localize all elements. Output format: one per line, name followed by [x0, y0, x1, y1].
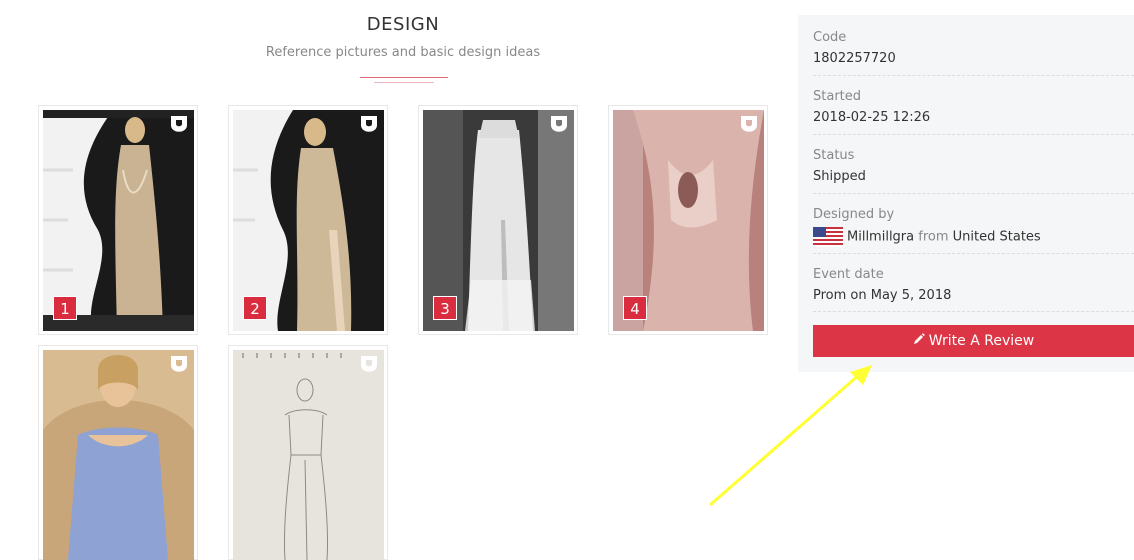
image-number-badge: 2 [243, 296, 267, 320]
designed-by-label: Designed by [813, 207, 895, 222]
us-flag-icon [813, 227, 843, 247]
designed-by-field: Designed by Millmillgra from United Stat… [813, 207, 1134, 254]
brand-u-icon [361, 356, 377, 372]
design-image-6[interactable] [228, 345, 388, 560]
annotation-arrow-icon [709, 365, 872, 507]
write-review-label: Write A Review [928, 333, 1035, 349]
brand-u-icon [361, 116, 377, 132]
brand-u-icon [551, 116, 567, 132]
design-image-3[interactable]: 3 [418, 105, 578, 335]
status-value: Shipped [813, 169, 866, 184]
design-image-5[interactable] [38, 345, 198, 560]
started-label: Started [813, 89, 862, 104]
image-number-badge: 3 [433, 296, 457, 320]
title-divider-accent [374, 82, 434, 83]
order-info-panel: Code 1802257720 Started 2018-02-25 12:26… [798, 15, 1134, 372]
design-image-1[interactable]: 1 [38, 105, 198, 335]
design-photo [43, 350, 194, 560]
designer-name[interactable]: Millmillgra [847, 230, 914, 245]
event-date-field: Event date Prom on May 5, 2018 [813, 267, 1134, 312]
designer-country: United States [952, 229, 1041, 245]
started-field: Started 2018-02-25 12:26 [813, 89, 1134, 135]
design-image-2[interactable]: 2 [228, 105, 388, 335]
code-label: Code [813, 30, 847, 45]
title-divider [360, 77, 448, 78]
status-field: Status Shipped [813, 148, 1134, 194]
image-number-badge: 1 [53, 296, 77, 320]
pencil-icon [913, 333, 925, 344]
design-image-4[interactable]: 4 [608, 105, 768, 335]
page-subtitle: Reference pictures and basic design idea… [265, 45, 541, 60]
image-number-badge: 4 [623, 296, 647, 320]
status-label: Status [813, 148, 855, 163]
write-review-button[interactable]: Write A Review [813, 325, 1134, 357]
event-date-value: Prom on May 5, 2018 [813, 288, 952, 303]
started-value: 2018-02-25 12:26 [813, 110, 931, 125]
event-date-label: Event date [813, 267, 884, 282]
designer-info: Millmillgra from United States [813, 227, 1041, 247]
code-field: Code 1802257720 [813, 30, 1134, 76]
code-value: 1802257720 [813, 51, 896, 66]
brand-u-icon [171, 356, 187, 372]
brand-u-icon [741, 116, 757, 132]
from-text: from [918, 229, 949, 245]
page-title: DESIGN [366, 14, 440, 35]
design-photo [233, 350, 384, 560]
brand-u-icon [171, 116, 187, 132]
